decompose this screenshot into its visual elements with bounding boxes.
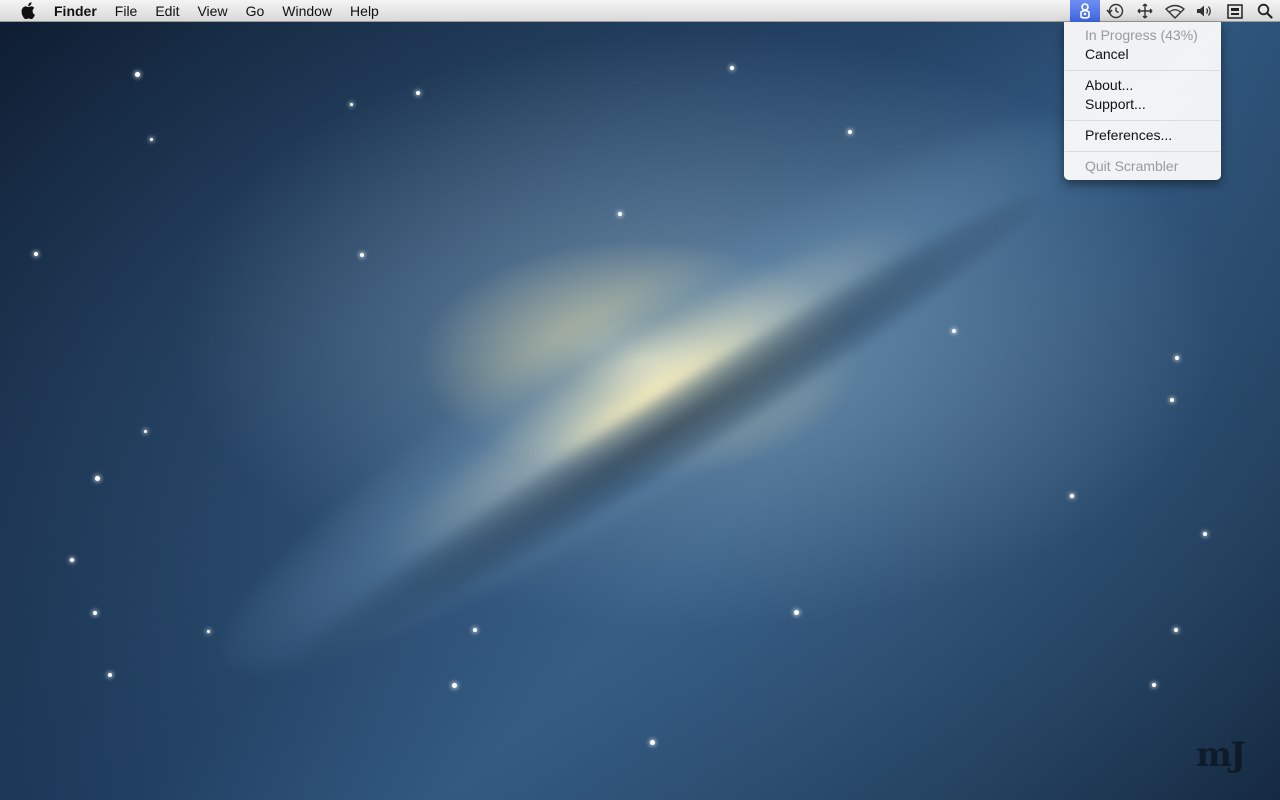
time-machine-menu-extra[interactable]	[1100, 0, 1130, 22]
star	[1152, 683, 1156, 687]
wifi-menu-extra[interactable]	[1160, 0, 1190, 22]
star	[618, 212, 622, 216]
wifi-icon	[1165, 4, 1185, 19]
star	[1175, 356, 1179, 360]
status-menu-area	[1070, 0, 1280, 22]
star	[93, 611, 97, 615]
star	[34, 252, 38, 256]
network-menu-extra[interactable]	[1130, 0, 1160, 22]
volume-menu-extra[interactable]	[1190, 0, 1220, 22]
star	[794, 610, 799, 615]
star	[135, 72, 140, 77]
spotlight-icon	[1257, 3, 1273, 19]
star	[952, 329, 956, 333]
apple-menu[interactable]	[17, 0, 39, 22]
menu-view[interactable]: View	[188, 0, 236, 22]
star	[452, 683, 457, 688]
volume-icon	[1197, 5, 1211, 17]
watermark-logo: mJ	[1196, 735, 1246, 775]
support-menu-item[interactable]: Support...	[1085, 95, 1146, 113]
input-menu-icon	[1227, 3, 1243, 19]
bluetooth-like-icon	[1137, 3, 1153, 19]
star	[730, 66, 734, 70]
star	[1070, 494, 1074, 498]
time-machine-icon	[1106, 3, 1124, 19]
star	[650, 740, 655, 745]
menu-edit[interactable]: Edit	[146, 0, 188, 22]
scrambler-icon	[1080, 3, 1090, 19]
star	[350, 103, 353, 106]
menu-finder[interactable]: Finder	[45, 0, 106, 22]
star	[1174, 628, 1178, 632]
star	[473, 628, 477, 632]
apple-logo-icon	[21, 2, 35, 19]
input-menu-extra[interactable]	[1220, 0, 1250, 22]
scrambler-dropdown-menu: In Progress (43%) Cancel About... Suppor…	[1064, 22, 1221, 180]
star	[207, 630, 210, 633]
preferences-menu-item[interactable]: Preferences...	[1085, 126, 1172, 144]
star	[108, 673, 112, 677]
star	[1203, 532, 1207, 536]
star	[416, 91, 420, 95]
galaxy-dust-lane	[278, 167, 1062, 693]
menu-separator	[1065, 120, 1220, 121]
star	[360, 253, 364, 257]
quit-menu-item: Quit Scrambler	[1085, 158, 1179, 174]
menu-separator	[1065, 151, 1220, 152]
star	[1170, 398, 1174, 402]
menu-file[interactable]: File	[106, 0, 147, 22]
spotlight-menu-extra[interactable]	[1250, 0, 1280, 22]
menu-separator	[1065, 70, 1220, 71]
star	[848, 130, 852, 134]
star	[144, 430, 147, 433]
star	[95, 476, 100, 481]
menu-window[interactable]: Window	[273, 0, 341, 22]
menu-bar: Finder File Edit View Go Window Help	[0, 0, 1280, 22]
cancel-menu-item[interactable]: Cancel	[1085, 45, 1129, 63]
star	[150, 138, 153, 141]
menu-help[interactable]: Help	[341, 0, 388, 22]
progress-status-item: In Progress (43%)	[1085, 27, 1198, 43]
scrambler-menu-extra[interactable]	[1070, 0, 1100, 22]
about-menu-item[interactable]: About...	[1085, 76, 1133, 94]
menu-go[interactable]: Go	[237, 0, 274, 22]
star	[70, 558, 74, 562]
